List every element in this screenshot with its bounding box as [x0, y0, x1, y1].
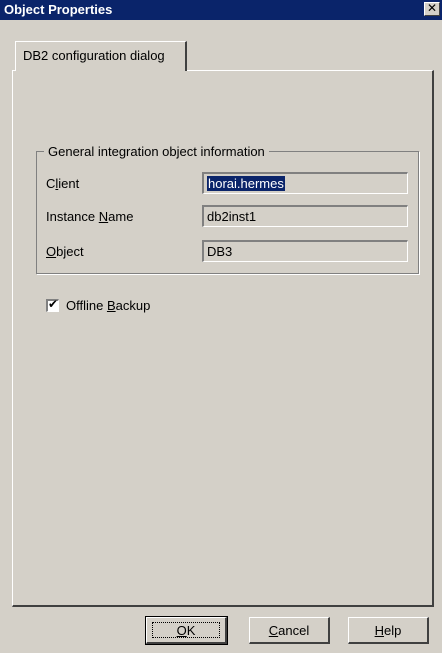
cancel-button-label: Cancel	[268, 622, 310, 638]
instance-name-value: db2inst1	[207, 209, 257, 224]
groupbox-title: General integration object information	[44, 144, 269, 159]
object-field[interactable]: DB3	[202, 240, 408, 262]
tab-label: DB2 configuration dialog	[23, 48, 165, 63]
close-icon[interactable]	[424, 1, 440, 16]
client-value: horai.hermes	[207, 176, 285, 191]
help-button-label: Help	[374, 622, 402, 638]
instance-name-field[interactable]: db2inst1	[202, 205, 408, 227]
offline-backup-label[interactable]: Offline Backup	[66, 298, 150, 313]
client-field[interactable]: horai.hermes	[202, 172, 408, 194]
window-title: Object Properties	[4, 2, 113, 17]
title-bar: Object Properties	[0, 0, 442, 20]
tab-db2-configuration[interactable]: DB2 configuration dialog	[15, 41, 187, 71]
offline-backup-checkbox[interactable]	[46, 297, 59, 312]
ok-button[interactable]: OK	[145, 616, 228, 645]
client-label: Client	[46, 176, 80, 191]
cancel-button[interactable]: Cancel	[249, 617, 330, 644]
object-value: DB3	[207, 244, 233, 259]
focus-rectangle	[152, 622, 220, 638]
help-button[interactable]: Help	[348, 617, 429, 644]
instance-name-label: Instance Name	[46, 209, 134, 224]
object-label: Object	[46, 244, 84, 259]
